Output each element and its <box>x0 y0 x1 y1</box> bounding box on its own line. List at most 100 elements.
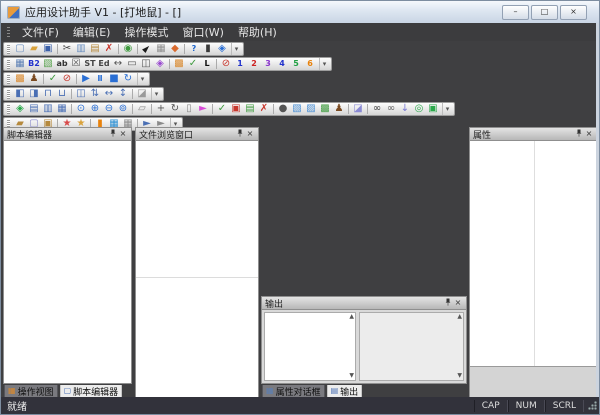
align-bottom-icon[interactable]: ⊔ <box>55 88 69 100</box>
menu-item-window[interactable]: 窗口(W) <box>175 22 230 42</box>
image-1-icon[interactable]: ▧ <box>290 103 304 115</box>
run-check-icon[interactable]: ✓ <box>46 73 60 85</box>
actor-2-icon[interactable]: ♟ <box>332 103 346 115</box>
paste-icon[interactable]: ▤ <box>88 43 102 55</box>
output-list-left[interactable]: ▲ ▼ <box>264 312 356 381</box>
toolbar-grip[interactable] <box>7 59 10 69</box>
same-width-icon[interactable]: ↔ <box>102 88 116 100</box>
align-right-icon[interactable]: ◨ <box>27 88 41 100</box>
page-icon[interactable]: ▯ <box>182 103 196 115</box>
copy-icon[interactable]: ▥ <box>74 43 88 55</box>
layers-back-icon[interactable]: ▥ <box>41 103 55 115</box>
snapshot-icon[interactable]: ▱ <box>135 103 149 115</box>
device-icon[interactable]: ▮ <box>201 43 215 55</box>
arrow-down-icon[interactable]: ↓ <box>398 103 412 115</box>
label-control-icon[interactable]: B2 <box>27 58 41 70</box>
scroll-up-icon[interactable]: ▲ <box>457 314 462 320</box>
output-list-right[interactable]: ▲ ▼ <box>359 312 464 381</box>
apply-check-icon[interactable]: ✓ <box>186 58 200 70</box>
toolbar-overflow-button[interactable]: ▾ <box>151 88 161 100</box>
order-1-icon[interactable]: 1 <box>233 58 247 70</box>
scroll-down-icon[interactable]: ▼ <box>457 373 462 379</box>
verify-icon[interactable]: ✓ <box>215 103 229 115</box>
menu-item-help[interactable]: 帮助(H) <box>231 22 284 42</box>
zoom-fit-icon[interactable]: ⊚ <box>116 103 130 115</box>
scroll-down-icon[interactable]: ▼ <box>349 373 354 379</box>
style-icon[interactable]: ◈ <box>13 103 27 115</box>
delete-icon[interactable]: ✗ <box>102 43 116 55</box>
new-file-icon[interactable]: ▢ <box>13 43 27 55</box>
center-horizontal-icon[interactable]: ◫ <box>74 88 88 100</box>
syntax-check-icon[interactable]: ◉ <box>121 43 135 55</box>
layers-merge-icon[interactable]: ▦ <box>55 103 69 115</box>
center-vertical-icon[interactable]: ⇅ <box>88 88 102 100</box>
toolbar-overflow-button[interactable]: ▾ <box>442 103 452 115</box>
image-2-icon[interactable]: ▨ <box>304 103 318 115</box>
combo-control-icon[interactable]: ◫ <box>139 58 153 70</box>
layers-front-icon[interactable]: ▤ <box>27 103 41 115</box>
grid-toggle-icon[interactable]: ▦ <box>154 43 168 55</box>
cut-icon[interactable]: ✂ <box>60 43 74 55</box>
pin-icon[interactable] <box>108 129 118 139</box>
move-tool-icon[interactable]: + <box>154 103 168 115</box>
layout-grid-icon[interactable]: ▩ <box>172 58 186 70</box>
menu-item-edit[interactable]: 编辑(E) <box>66 22 118 42</box>
zoom-out-icon[interactable]: ⊖ <box>102 103 116 115</box>
align-top-icon[interactable]: ⊓ <box>41 88 55 100</box>
close-icon[interactable]: × <box>584 129 594 139</box>
order-4-icon[interactable]: 4 <box>275 58 289 70</box>
file-browser-area[interactable] <box>135 141 259 398</box>
target-icon[interactable]: ◎ <box>412 103 426 115</box>
actor-icon[interactable]: ♟ <box>27 73 41 85</box>
image-3-icon[interactable]: ▩ <box>318 103 332 115</box>
order-3-icon[interactable]: 3 <box>261 58 275 70</box>
checkbox-control-icon[interactable]: ☒ <box>69 58 83 70</box>
toolbar-overflow-button[interactable]: ▾ <box>231 43 241 55</box>
slider-control-icon[interactable]: ↔ <box>111 58 125 70</box>
zoom-in-icon[interactable]: ⊕ <box>88 103 102 115</box>
property-grid[interactable] <box>470 141 597 366</box>
order-2-icon[interactable]: 2 <box>247 58 261 70</box>
menu-item-file[interactable]: 文件(F) <box>15 22 66 42</box>
close-icon[interactable]: × <box>118 129 128 139</box>
layout-lock-icon[interactable]: ◪ <box>135 88 149 100</box>
same-height-icon[interactable]: ↕ <box>116 88 130 100</box>
toolbar-grip[interactable] <box>7 44 10 54</box>
pin-icon[interactable] <box>443 298 453 308</box>
stop-icon[interactable]: ■ <box>107 73 121 85</box>
edit-control-icon[interactable]: Ed <box>97 58 111 70</box>
close-icon[interactable]: × <box>245 129 255 139</box>
table-control-icon[interactable]: ▦ <box>13 58 27 70</box>
image-control-icon[interactable]: ▧ <box>41 58 55 70</box>
save-icon[interactable]: ▣ <box>41 43 55 55</box>
close-button[interactable]: × <box>560 4 587 20</box>
loop-icon[interactable]: ↻ <box>121 73 135 85</box>
component-icon[interactable]: ◈ <box>215 43 229 55</box>
menu-item-mode[interactable]: 操作模式 <box>117 22 175 42</box>
designer-view-icon[interactable]: ▩ <box>13 73 27 85</box>
binoculars-icon[interactable]: ∞ <box>370 103 384 115</box>
scroll-up-icon[interactable]: ▲ <box>349 314 354 320</box>
align-left-icon[interactable]: ◧ <box>13 88 27 100</box>
region-icon[interactable]: ▣ <box>426 103 440 115</box>
toolbar-overflow-button[interactable]: ▾ <box>319 58 329 70</box>
image-delete-icon[interactable]: ✗ <box>257 103 271 115</box>
toolbar-overflow-button[interactable]: ▾ <box>137 73 147 85</box>
binoculars-next-icon[interactable]: ∞ <box>384 103 398 115</box>
color-block-icon[interactable]: ▣ <box>229 103 243 115</box>
letter-l-icon[interactable]: L <box>200 58 214 70</box>
resize-grip[interactable] <box>588 401 597 410</box>
pin-icon[interactable] <box>235 129 245 139</box>
transform-icon[interactable]: ► <box>196 103 210 115</box>
layers-diagonal-icon[interactable]: ◪ <box>351 103 365 115</box>
minimize-button[interactable]: – <box>502 4 529 20</box>
open-folder-icon[interactable]: ▰ <box>27 43 41 55</box>
static-control-icon[interactable]: ST <box>83 58 97 70</box>
disable-icon[interactable]: ⊘ <box>219 58 233 70</box>
property-grid-splitter[interactable] <box>533 141 535 366</box>
restore-button[interactable]: □ <box>531 4 558 20</box>
help-icon[interactable]: ? <box>187 43 201 55</box>
palette-icon[interactable]: ◆ <box>168 43 182 55</box>
toolbar-grip[interactable] <box>7 104 10 114</box>
image-ok-icon[interactable]: ▤ <box>243 103 257 115</box>
